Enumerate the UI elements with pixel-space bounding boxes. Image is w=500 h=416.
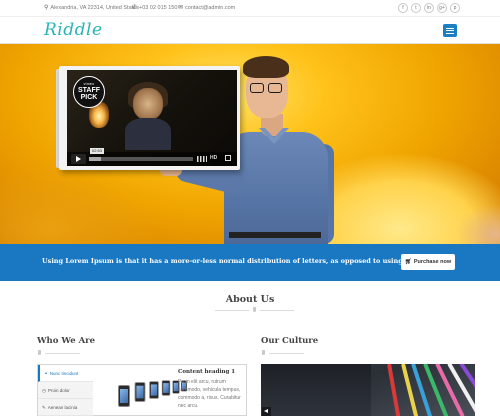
phone-graphic: [134, 382, 146, 402]
glasses-icon: [250, 83, 284, 93]
content-heading: Content heading 1: [178, 369, 236, 375]
phone-info: ✆ +03 02 015 150: [132, 4, 177, 11]
link-icon: ⚭: [44, 371, 48, 376]
map-marker-icon: ⚲: [44, 5, 49, 11]
culture-image-dark-area: [261, 364, 371, 416]
email-info[interactable]: ✉ contact@admin.com: [178, 4, 235, 11]
phone-icon: ✆: [132, 5, 138, 11]
who-divider: [45, 353, 80, 354]
purchase-button[interactable]: 🛒︎ Purchase now: [401, 254, 455, 270]
site-logo[interactable]: Riddle: [44, 20, 103, 40]
twitter-icon[interactable]: t: [411, 3, 421, 13]
hamburger-icon: [446, 27, 454, 29]
culture-divider: [269, 353, 304, 354]
phone-graphic: [149, 381, 159, 399]
cart-icon: 🛒︎: [404, 259, 412, 265]
cta-text: Using Lorem Ipsum is that it has a more-…: [42, 257, 406, 265]
about-divider-left: [215, 310, 249, 311]
carousel-prev-button[interactable]: [262, 407, 271, 416]
lightbulb-icon: [253, 307, 256, 312]
site-header: Riddle: [0, 17, 500, 44]
staff-pick-badge: vimeo STAFF PICK: [73, 76, 105, 108]
volume-icon[interactable]: [197, 156, 207, 162]
tab-proin-dolor[interactable]: ◷ Proin dolor: [38, 382, 93, 399]
hd-toggle[interactable]: HD: [210, 155, 217, 161]
social-links: f t in g+ p: [398, 3, 460, 13]
address-info: ⚲ Alexandria, VA 22314, United States: [44, 4, 139, 11]
top-info-bar: ⚲ Alexandria, VA 22314, United States ✆ +0…: [0, 0, 500, 17]
about-title: About Us: [225, 294, 275, 305]
video-progress-bar[interactable]: [89, 157, 193, 161]
tab-label: Aenean lacinia: [47, 405, 78, 410]
tab-nunc-tincidunt[interactable]: ⚭ Nunc tincidunt: [38, 365, 93, 382]
our-culture-title: Our Culture: [261, 336, 319, 346]
tab-list: ⚭ Nunc tincidunt ◷ Proin dolor ✎ Aenean lac…: [38, 365, 93, 416]
video-player[interactable]: vimeo STAFF PICK 02:53 HD: [67, 70, 237, 166]
phone-graphic: [118, 385, 130, 407]
clock-icon: ◷: [42, 388, 46, 393]
tab-label: Nunc tincidunt: [49, 371, 79, 376]
marker-graphic: [387, 364, 402, 416]
envelope-icon: ✉: [178, 5, 184, 11]
email-text[interactable]: contact@admin.com: [185, 5, 235, 11]
video-scene-face: [133, 88, 163, 120]
marker-graphic: [435, 364, 465, 416]
badge-brand: vimeo: [83, 82, 95, 86]
badge-label: STAFF PICK: [77, 87, 101, 101]
glasses-lens: [268, 83, 282, 93]
culture-image: [261, 364, 475, 416]
video-controls: 02:53 HD: [67, 148, 237, 166]
video-scene-body: [125, 118, 171, 150]
video-timecode: 02:53: [90, 148, 105, 154]
hero-banner: vimeo STAFF PICK 02:53 HD: [0, 44, 500, 244]
address-text: Alexandria, VA 22314, United States: [50, 5, 139, 11]
hamburger-icon-bar: [446, 30, 454, 32]
hamburger-icon-bar: [446, 32, 454, 34]
google-plus-icon[interactable]: g+: [437, 3, 447, 13]
person-hair: [243, 56, 289, 78]
menu-toggle-button[interactable]: [443, 24, 457, 37]
pinterest-icon[interactable]: p: [450, 3, 460, 13]
phone-text: +03 02 015 150: [139, 5, 178, 11]
who-we-are-title: Who We Are: [37, 336, 96, 346]
lightbulb-icon: [38, 350, 41, 355]
pencil-icon: ✎: [42, 405, 46, 410]
tab-aenean-lacinia[interactable]: ✎ Aenean lacinia: [38, 399, 93, 416]
call-to-action-band: Using Lorem Ipsum is that it has a more-…: [0, 244, 500, 281]
video-progress-fill: [89, 157, 102, 161]
facebook-icon[interactable]: f: [398, 3, 408, 13]
phone-graphic: [161, 380, 171, 396]
play-button[interactable]: [71, 154, 86, 164]
person-belt: [229, 232, 321, 238]
tab-label: Proin dolor: [47, 388, 70, 393]
glasses-lens: [250, 83, 264, 93]
linkedin-icon[interactable]: in: [424, 3, 434, 13]
purchase-label: Purchase now: [413, 259, 452, 265]
lightbulb-icon: [262, 350, 265, 355]
content-text: Proin elit arcu, rutrum commodo, vehicul…: [178, 379, 241, 409]
about-divider-right: [260, 310, 294, 311]
fullscreen-icon[interactable]: [225, 155, 231, 161]
